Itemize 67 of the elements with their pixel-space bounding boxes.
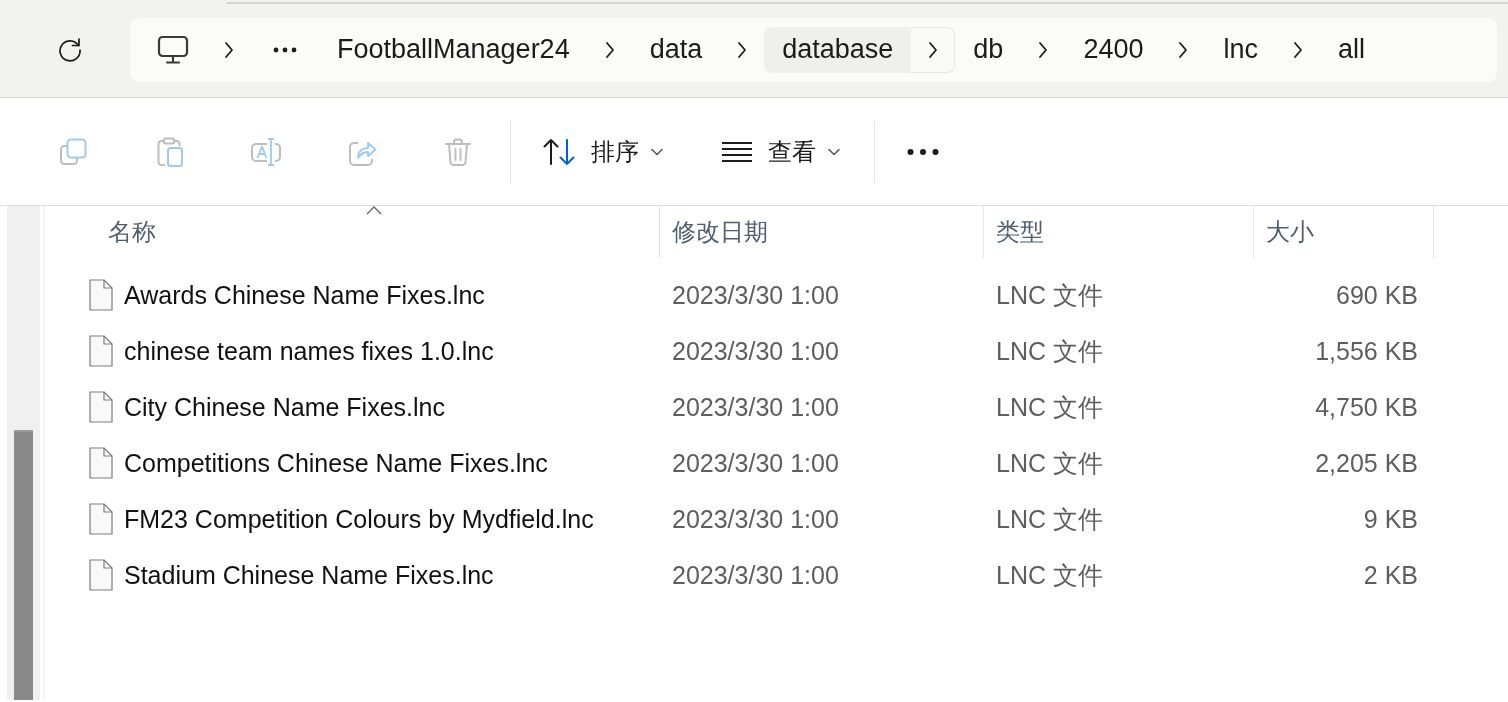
view-button[interactable]: 查看	[705, 121, 856, 182]
file-icon	[89, 503, 113, 535]
sort-icon	[542, 136, 576, 167]
file-icon	[89, 447, 113, 479]
file-name[interactable]: Competitions Chinese Name Fixes.lnc	[124, 448, 548, 478]
modified-date: 2023/3/30 1:00	[672, 448, 839, 477]
file-type: LNC 文件	[996, 336, 1103, 365]
file-size: 2 KB	[1363, 560, 1418, 589]
expand-button[interactable]	[911, 26, 956, 73]
caret-icon	[651, 147, 663, 156]
file-size: 4,750 KB	[1315, 392, 1418, 421]
file-name[interactable]: Stadium Chinese Name Fixes.lnc	[124, 560, 494, 590]
chevron-icon	[224, 40, 234, 59]
file-size: 1,556 KB	[1315, 336, 1418, 365]
address-bar[interactable]: FootballManager24 data database db 2400 lnc all	[130, 17, 1497, 82]
more-icon	[273, 46, 297, 53]
file-size: 9 KB	[1363, 504, 1418, 533]
file-name[interactable]: City Chinese Name Fixes.lnc	[124, 392, 445, 422]
file-icon	[89, 559, 113, 591]
file-size: 2,205 KB	[1315, 448, 1418, 477]
file-type: LNC 文件	[996, 560, 1103, 589]
file-icon	[89, 391, 113, 423]
delete-icon	[443, 136, 473, 167]
sort-button[interactable]: 排序	[526, 121, 679, 182]
file-type: LNC 文件	[996, 392, 1103, 421]
modified-date: 2023/3/30 1:00	[672, 336, 839, 365]
caret-icon	[828, 147, 840, 156]
column-header[interactable]: 修改日期	[660, 206, 984, 258]
list-icon	[721, 140, 753, 163]
file-type: LNC 文件	[996, 448, 1103, 477]
chevron-icon	[1178, 40, 1189, 59]
file-name[interactable]: FM23 Competition Colours by Mydfield.lnc	[124, 504, 594, 534]
modified-date: 2023/3/30 1:00	[672, 280, 839, 309]
file-name[interactable]: Awards Chinese Name Fixes.lnc	[124, 280, 485, 310]
paste-icon	[155, 136, 185, 167]
breadcrumb-item[interactable]: all	[1319, 26, 1383, 73]
breadcrumb-item[interactable]: data	[631, 26, 721, 73]
refresh-icon	[57, 35, 83, 62]
modified-date: 2023/3/30 1:00	[672, 504, 839, 533]
breadcrumb-item[interactable]: lnc	[1205, 26, 1276, 73]
modified-date: 2023/3/30 1:00	[672, 560, 839, 589]
file-name[interactable]: chinese team names fixes 1.0.lnc	[124, 336, 494, 366]
file-icon	[89, 335, 113, 367]
sort-ascending-icon	[366, 206, 382, 215]
breadcrumb-item[interactable]: FootballManager24	[319, 26, 588, 73]
chevron-icon	[1038, 40, 1049, 59]
chevron-icon	[737, 40, 748, 59]
chevron-icon	[604, 40, 615, 59]
more-icon	[907, 148, 939, 155]
file-size: 690 KB	[1336, 280, 1418, 309]
copy-icon	[59, 136, 89, 167]
rename-icon	[250, 136, 282, 167]
column-header[interactable]: 大小	[1254, 206, 1434, 258]
file-type: LNC 文件	[996, 280, 1103, 309]
column-header[interactable]: 名称	[89, 206, 660, 258]
breadcrumb-item[interactable]: db	[955, 26, 1022, 73]
breadcrumb-item[interactable]: database	[764, 26, 912, 73]
modified-date: 2023/3/30 1:00	[672, 392, 839, 421]
chevron-icon	[1292, 40, 1303, 59]
column-header[interactable]: 类型	[984, 206, 1254, 258]
chevron-icon	[927, 40, 938, 59]
monitor-icon	[157, 34, 189, 65]
breadcrumb-item[interactable]: 2400	[1065, 26, 1162, 73]
file-icon	[89, 279, 113, 311]
scrollbar-thumb[interactable]	[14, 430, 33, 700]
file-type: LNC 文件	[996, 504, 1103, 533]
scrollbar-track[interactable]	[7, 206, 40, 700]
